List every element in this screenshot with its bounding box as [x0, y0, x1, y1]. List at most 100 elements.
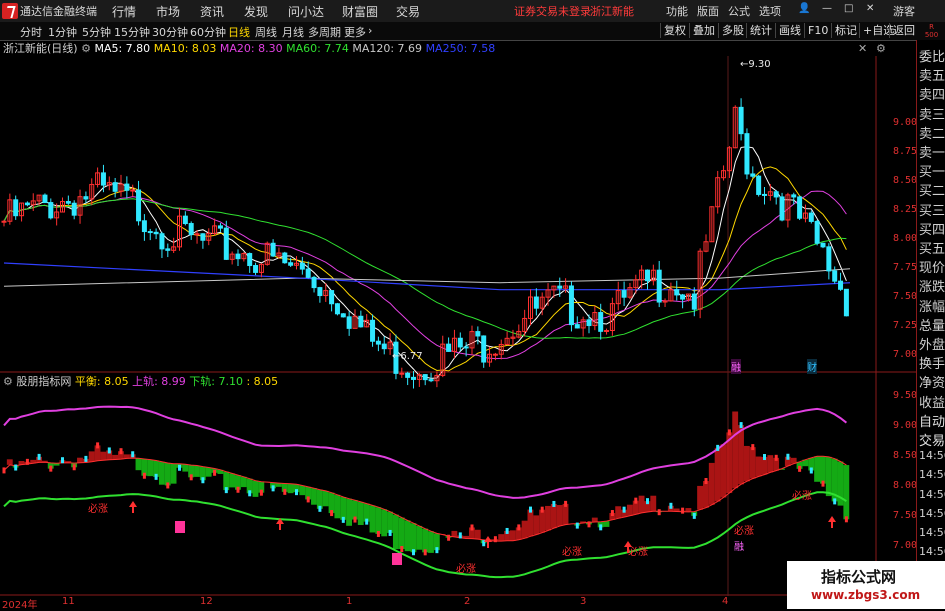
menu-formula[interactable]: 公式	[728, 3, 750, 19]
main-ytick: 8.75	[893, 146, 917, 157]
ma20-label: MA20: 8.30	[220, 42, 283, 55]
settings-icon[interactable]: ⚙	[81, 42, 91, 55]
band-fill	[89, 451, 95, 461]
band-fill	[627, 505, 633, 516]
login-warning[interactable]: 证券交易未登录	[514, 3, 591, 19]
candle-body	[43, 195, 47, 202]
menu-item-news[interactable]: 资讯	[200, 3, 224, 20]
sub-candle	[389, 530, 392, 536]
tab-period-9[interactable]: 多周期	[308, 24, 341, 40]
app-logo-icon	[2, 3, 18, 19]
candle-body	[692, 294, 696, 309]
band-fill	[814, 456, 820, 481]
tab-period-1[interactable]: 1分钟	[48, 24, 77, 40]
minimize-icon[interactable]: —	[822, 3, 832, 14]
menu-function[interactable]: 功能	[666, 3, 688, 19]
guest-label[interactable]: 游客	[893, 3, 915, 19]
side-panel-item: 买二	[919, 180, 945, 199]
tool-mark[interactable]: 标记	[831, 23, 860, 38]
signal-label: 必涨	[792, 487, 812, 502]
menu-item-market[interactable]: 市场	[156, 3, 180, 20]
band-fill	[721, 444, 727, 497]
tool-overlay[interactable]: 叠加	[689, 23, 718, 38]
sub-candle	[108, 447, 111, 453]
app-title: 通达信金融终端	[20, 3, 97, 19]
band-fill	[112, 455, 118, 460]
tool-restore-rights[interactable]: 复权	[660, 23, 689, 38]
side-panel-item: 涨跌	[919, 276, 945, 295]
sub-candle	[365, 519, 368, 525]
pink-marker	[175, 521, 185, 533]
user-icon[interactable]: 👤	[798, 3, 810, 14]
sub-event-tag: 融	[734, 538, 744, 553]
band-fill	[399, 518, 405, 549]
more-chevron-icon[interactable]: ›	[368, 24, 372, 37]
tab-period-4[interactable]: 30分钟	[152, 24, 188, 40]
sub-candle	[248, 490, 251, 496]
candle-body	[148, 232, 152, 233]
main-ytick: 9.00	[893, 117, 917, 128]
panel-settings-icon[interactable]: ⚙	[876, 42, 886, 55]
sub-candle	[49, 466, 52, 472]
menu-item-ask[interactable]: 问小达	[288, 3, 324, 20]
tool-stats[interactable]: 统计	[746, 23, 775, 38]
tab-period-3[interactable]: 15分钟	[114, 24, 150, 40]
panel-close-icon[interactable]: ✕	[858, 42, 867, 55]
side-panel-item: 卖五	[919, 65, 945, 84]
candle-body	[195, 234, 199, 235]
menu-item-quotes[interactable]: 行情	[112, 3, 136, 20]
sub-candle	[38, 454, 41, 460]
tool-draw[interactable]: 画线	[775, 23, 804, 38]
maximize-icon[interactable]: □	[844, 3, 853, 14]
band-fill	[299, 486, 305, 496]
event-tag-finance[interactable]: 财	[807, 359, 817, 374]
sub-candle	[84, 456, 87, 462]
sub-candle	[260, 490, 263, 496]
sub-candle	[330, 510, 333, 516]
candle-body	[14, 200, 18, 216]
band-fill	[826, 457, 832, 496]
tool-back[interactable]: 返回	[889, 23, 918, 38]
menu-item-wealth[interactable]: 财富圈	[342, 3, 378, 20]
tab-period-7[interactable]: 周线	[255, 24, 277, 40]
tab-period-10[interactable]: 更多	[344, 24, 366, 40]
band-fill	[182, 464, 188, 471]
tab-period-2[interactable]: 5分钟	[82, 24, 111, 40]
band-fill	[159, 462, 165, 485]
close-icon[interactable]: ✕	[866, 3, 874, 14]
main-ytick: 8.00	[893, 233, 917, 244]
menu-options[interactable]: 选项	[759, 3, 781, 19]
candle-body	[183, 216, 187, 223]
menu-item-trade[interactable]: 交易	[396, 3, 420, 20]
tab-period-8[interactable]: 月线	[282, 24, 304, 40]
sub-candle	[155, 474, 158, 480]
tab-period-5[interactable]: 60分钟	[190, 24, 226, 40]
tool-multi-stock[interactable]: 多股	[718, 23, 747, 38]
candle-body	[605, 330, 609, 331]
tab-period-6[interactable]: 日线	[228, 24, 250, 40]
menu-item-discover[interactable]: 发现	[244, 3, 268, 20]
candle-body	[646, 270, 650, 281]
event-tag-margin[interactable]: 融	[731, 359, 741, 374]
candle-body	[335, 304, 339, 314]
sub-ytick: 9.00	[893, 420, 917, 431]
low-annotation: ←6.77	[392, 351, 423, 362]
side-panel-item: 换手	[919, 353, 945, 372]
candle-body	[248, 254, 252, 266]
sub-candle	[552, 501, 555, 507]
band-fill	[545, 506, 551, 531]
candle-body	[201, 234, 205, 240]
tab-period-0[interactable]: 分时	[20, 24, 42, 40]
band-fill	[381, 509, 387, 536]
band-fill	[375, 507, 381, 534]
side-panel-item: 14:56	[919, 526, 945, 539]
chart-area[interactable]	[0, 56, 916, 596]
band-fill	[370, 505, 376, 532]
menu-layout[interactable]: 版面	[697, 3, 719, 19]
band-fill	[288, 484, 294, 493]
candle-body	[113, 183, 117, 192]
band-fill	[843, 465, 849, 519]
period-tab-bar: 分时 1分钟 5分钟 15分钟 30分钟 60分钟 日线 周线 月线 多周期 更…	[0, 22, 945, 41]
side-panel-item: 买四	[919, 219, 945, 238]
tool-f10[interactable]: F10	[804, 23, 831, 38]
